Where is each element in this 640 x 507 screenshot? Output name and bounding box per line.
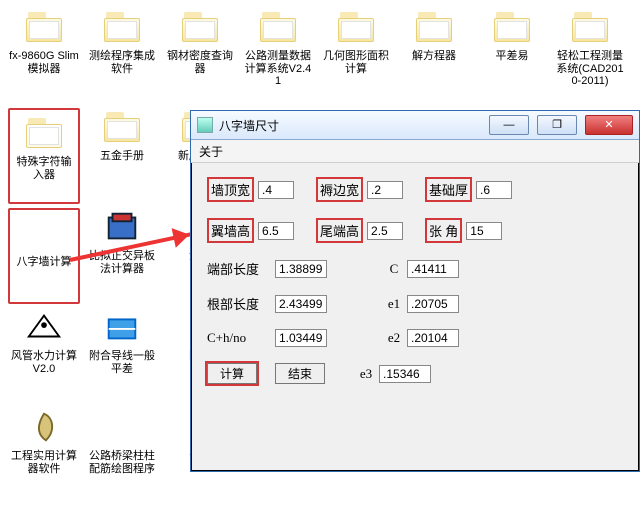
app-duct-hydraulic[interactable]: 风管水力计算V2.0 (8, 308, 80, 404)
folder-steel-density[interactable]: 钢材密度查询器 (164, 8, 236, 104)
folder-road-measure-v241[interactable]: 公路测量数据计算系统V2.41 (242, 8, 314, 104)
label-base-thick: 基础厚 (425, 177, 472, 202)
titlebar[interactable]: 八字墙尺寸 — ❐ ✕ (191, 111, 639, 140)
output-root-length[interactable] (275, 295, 327, 313)
menu-about[interactable]: 关于 (199, 143, 223, 160)
output-e3[interactable] (379, 365, 431, 383)
output-C-h-no[interactable] (275, 329, 327, 347)
calc-button[interactable]: 计算 (207, 363, 257, 384)
label-angle: 张 角 (425, 218, 462, 243)
label-e1: e1 (381, 296, 407, 312)
input-pad-width[interactable] (367, 181, 403, 199)
output-C[interactable] (407, 260, 459, 278)
label-e2: e2 (381, 330, 407, 346)
input-angle[interactable] (466, 222, 502, 240)
folder-easy-survey-cad[interactable]: 轻松工程测量系统(CAD2010-2011) (554, 8, 626, 104)
input-tail-height[interactable] (367, 222, 403, 240)
app-window: 八字墙尺寸 — ❐ ✕ 关于 墙顶宽 褥边宽 基础厚 翼墙高 尾端高 张 角 端… (190, 110, 640, 472)
label-top-width: 墙顶宽 (207, 177, 254, 202)
input-top-width[interactable] (258, 181, 294, 199)
label-pad-width: 褥边宽 (316, 177, 363, 202)
label-e3: e3 (353, 366, 379, 382)
output-e1[interactable] (407, 295, 459, 313)
folder-pingchayi[interactable]: 平差易 (476, 8, 548, 104)
minimize-button[interactable]: — (489, 115, 529, 135)
app-bridge-pier-rebar[interactable]: 公路桥梁柱柱配筋绘图程序 (86, 408, 158, 504)
app-icon (197, 117, 213, 133)
label-C: C (381, 261, 407, 277)
folder-equation-solver[interactable]: 解方程器 (398, 8, 470, 104)
label-wing-height: 翼墙高 (207, 218, 254, 243)
label-C-h-no: C+h/no (207, 330, 275, 346)
input-wing-height[interactable] (258, 222, 294, 240)
menubar: 关于 (191, 140, 639, 163)
folder-geometry-area[interactable]: 几何图形面积计算 (320, 8, 392, 104)
end-button[interactable]: 结束 (275, 363, 325, 384)
label-end-length: 端部长度 (207, 259, 275, 278)
output-end-length[interactable] (275, 260, 327, 278)
app-bazi-wall-calc[interactable]: 八字墙计算 (8, 208, 80, 304)
folder-fx9860g[interactable]: fx-9860G Slim 模拟器 (8, 8, 80, 104)
window-title: 八字墙尺寸 (219, 117, 279, 134)
label-tail-height: 尾端高 (316, 218, 363, 243)
folder-hardware-manual[interactable]: 五金手册 (86, 108, 158, 204)
close-button[interactable]: ✕ (585, 115, 633, 135)
folder-special-chars[interactable]: 特殊字符输入器 (8, 108, 80, 204)
label-root-length: 根部长度 (207, 294, 275, 313)
output-e2[interactable] (407, 329, 459, 347)
form-area: 墙顶宽 褥边宽 基础厚 翼墙高 尾端高 张 角 端部长度 C 根部长度 e1 C… (191, 163, 639, 414)
maximize-button[interactable]: ❐ (537, 115, 577, 135)
input-base-thick[interactable] (476, 181, 512, 199)
app-eng-calculator[interactable]: 工程实用计算器软件 (8, 408, 80, 504)
folder-survey-suite[interactable]: 测绘程序集成软件 (86, 8, 158, 104)
app-traverse-adjust[interactable]: 附合导线一般平差 (86, 308, 158, 404)
